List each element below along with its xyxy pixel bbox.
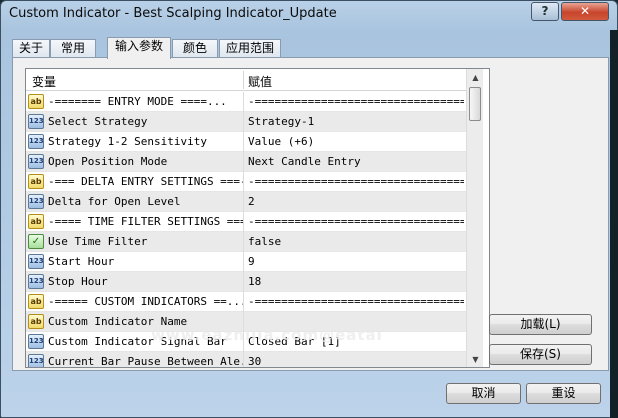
- parameter-value[interactable]: 18: [248, 275, 464, 288]
- table-row[interactable]: 123 Current Bar Pause Between Ale... 30: [26, 352, 466, 368]
- parameter-name: Current Bar Pause Between Ale...: [48, 355, 243, 368]
- save-button[interactable]: 保存(S): [489, 344, 592, 365]
- scroll-down-arrow-icon[interactable]: ▼: [468, 352, 483, 367]
- parameter-value[interactable]: 2: [248, 195, 464, 208]
- parameter-value[interactable]: -================================...: [248, 215, 464, 228]
- number-type-icon: 123: [28, 354, 44, 367]
- boolean-type-icon: ✓: [28, 234, 44, 249]
- table-row[interactable]: ab -===== CUSTOM INDICATORS ==... -=======…: [26, 292, 466, 312]
- title-bar[interactable]: Custom Indicator - Best Scalping Indicat…: [1, 1, 617, 29]
- parameter-value[interactable]: -================================...: [248, 95, 464, 108]
- string-type-icon: ab: [28, 314, 44, 329]
- help-button[interactable]: ?: [531, 2, 559, 21]
- number-type-icon: 123: [28, 154, 44, 169]
- parameter-name: Use Time Filter: [48, 235, 148, 248]
- watermark: www.eazhijia.com@eatai: [151, 326, 383, 344]
- scroll-up-arrow-icon[interactable]: ▲: [468, 70, 483, 86]
- table-row[interactable]: 123 Start Hour 9: [26, 252, 466, 272]
- close-button[interactable]: ✕: [561, 2, 609, 21]
- window-title: Custom Indicator - Best Scalping Indicat…: [9, 6, 337, 21]
- parameter-name: Open Position Mode: [48, 155, 168, 168]
- tab-colors[interactable]: 颜色: [172, 39, 218, 58]
- number-type-icon: 123: [28, 114, 44, 129]
- parameter-value[interactable]: 30: [248, 355, 464, 367]
- string-type-icon: ab: [28, 294, 44, 309]
- parameter-name: Strategy 1-2 Sensitivity: [48, 135, 207, 148]
- parameter-name: Delta for Open Level: [48, 195, 181, 208]
- table-row[interactable]: ab -======= ENTRY MODE ====... -==========…: [26, 92, 466, 112]
- tab-inputs[interactable]: 输入参数: [107, 37, 171, 59]
- table-row[interactable]: 123 Open Position Mode Next Candle Entry: [26, 152, 466, 172]
- tab-common[interactable]: 常用: [50, 39, 96, 58]
- parameter-value[interactable]: -================================...: [248, 175, 464, 188]
- parameter-name: -==== TIME FILTER SETTINGS ====-: [48, 215, 243, 228]
- table-row[interactable]: 123 Strategy 1-2 Sensitivity Value (+6): [26, 132, 466, 152]
- number-type-icon: 123: [28, 334, 44, 349]
- table-row[interactable]: 123 Select Strategy Strategy-1: [26, 112, 466, 132]
- string-type-icon: ab: [28, 94, 44, 109]
- table-row[interactable]: 123 Stop Hour 18: [26, 272, 466, 292]
- parameter-name: -===== CUSTOM INDICATORS ==...: [48, 295, 243, 308]
- tab-visualization[interactable]: 应用范围: [219, 39, 281, 58]
- tab-bar: 关于 常用 输入参数 颜色 应用范围: [12, 37, 602, 59]
- cancel-button[interactable]: 取消: [446, 383, 521, 404]
- number-type-icon: 123: [28, 274, 44, 289]
- load-button[interactable]: 加载(L): [489, 314, 592, 335]
- background-chart-strip: [610, 30, 618, 418]
- table-row[interactable]: ab -=== DELTA ENTRY SETTINGS ===- -=======…: [26, 172, 466, 192]
- inputs-grid: 变量 赋值 ab -======= ENTRY MODE ====... -====…: [25, 68, 490, 368]
- scroll-thumb[interactable]: [469, 87, 481, 121]
- parameter-name: Stop Hour: [48, 275, 108, 288]
- number-type-icon: 123: [28, 134, 44, 149]
- parameter-name: -======= ENTRY MODE ====...: [48, 95, 227, 108]
- string-type-icon: ab: [28, 214, 44, 229]
- parameter-value[interactable]: Strategy-1: [248, 115, 464, 128]
- reset-button[interactable]: 重设: [526, 383, 601, 404]
- parameter-value[interactable]: false: [248, 235, 464, 248]
- parameter-name: -=== DELTA ENTRY SETTINGS ===-: [48, 175, 243, 188]
- string-type-icon: ab: [28, 174, 44, 189]
- table-row[interactable]: 123 Delta for Open Level 2: [26, 192, 466, 212]
- column-header-variable[interactable]: 变量: [32, 73, 56, 90]
- table-row[interactable]: ab -==== TIME FILTER SETTINGS ====- -=====…: [26, 212, 466, 232]
- tab-panel: 变量 赋值 ab -======= ENTRY MODE ====... -====…: [12, 57, 609, 371]
- parameter-name: Select Strategy: [48, 115, 148, 128]
- column-header-value[interactable]: 赋值: [248, 73, 272, 90]
- table-row[interactable]: ✓ Use Time Filter false: [26, 232, 466, 252]
- grid-header: 变量 赋值: [26, 69, 466, 91]
- parameter-value[interactable]: -================================...: [248, 295, 464, 308]
- parameter-value[interactable]: Next Candle Entry: [248, 155, 464, 168]
- number-type-icon: 123: [28, 194, 44, 209]
- number-type-icon: 123: [28, 254, 44, 269]
- tab-about[interactable]: 关于: [12, 39, 50, 58]
- dialog-window: Custom Indicator - Best Scalping Indicat…: [0, 0, 618, 418]
- parameter-name: Start Hour: [48, 255, 115, 268]
- vertical-scrollbar[interactable]: ▲ ▼: [466, 69, 483, 367]
- parameter-value[interactable]: Value (+6): [248, 135, 464, 148]
- parameter-value[interactable]: 9: [248, 255, 464, 268]
